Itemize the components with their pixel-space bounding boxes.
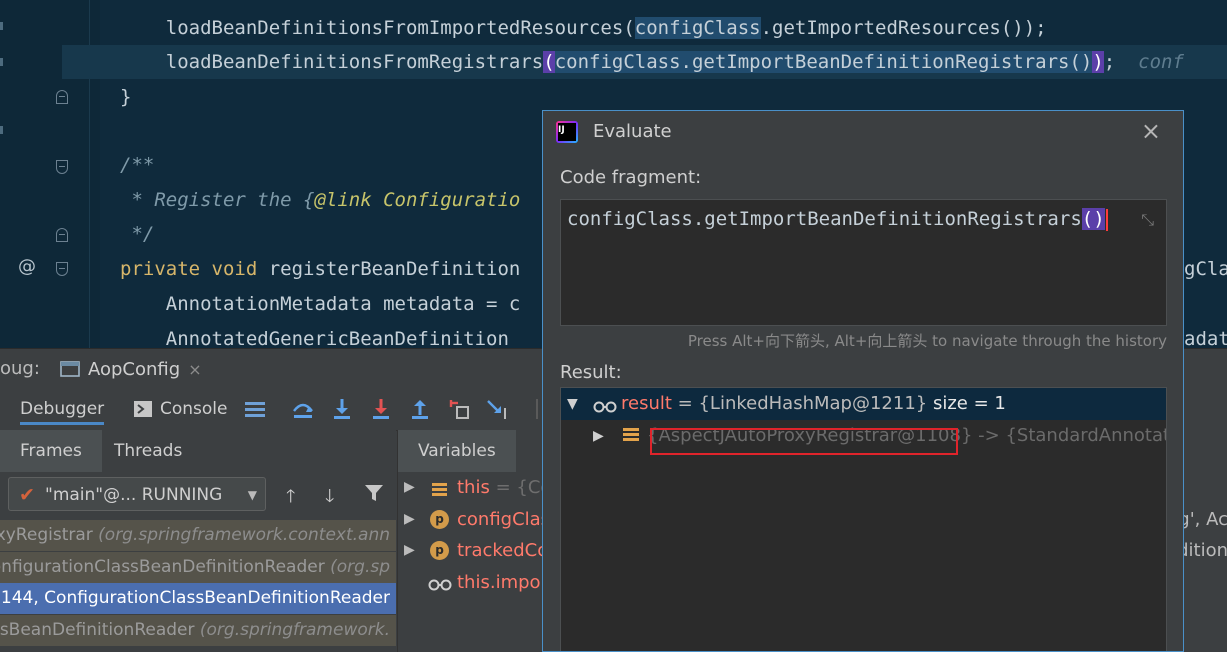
code-line: * Register the {@link Configuratio (120, 189, 521, 211)
code-line: private void registerBeanDefinition (120, 258, 521, 280)
step-out-icon[interactable] (409, 398, 431, 420)
matched-parens: () (1081, 208, 1105, 230)
debug-title-label: oug: (0, 358, 40, 379)
code-line: /** (120, 154, 155, 176)
code-line: */ (120, 223, 155, 245)
history-hint: Press Alt+向下箭头, Alt+向上箭头 to navigate thr… (687, 332, 1167, 350)
expand-arrow-icon[interactable]: ▶ (404, 535, 415, 566)
expand-editor-icon[interactable]: ⤡ (1141, 210, 1154, 230)
code-fragment-label: Code fragment: (560, 167, 702, 188)
result-root-row[interactable]: ▼ result = {LinkedHashMap@1211} size = 1 (561, 388, 1166, 420)
collapse-arrow-icon[interactable]: ▼ (567, 388, 578, 420)
fold-marker-icon[interactable] (56, 228, 68, 242)
fold-marker-icon[interactable] (56, 90, 68, 104)
application-icon (60, 361, 80, 377)
gutter-change-marker (0, 22, 3, 30)
code-fragment-editor[interactable]: configClass.getImportBeanDefinitionRegis… (560, 199, 1167, 326)
step-over-icon[interactable] (292, 398, 314, 420)
result-label: Result: (560, 362, 622, 383)
run-config-name: AopConfig (88, 358, 181, 380)
dialog-title-bar[interactable]: Evaluate × (543, 111, 1183, 155)
fold-marker-icon[interactable] (56, 160, 68, 174)
tab-debugger-label: Debugger (20, 399, 105, 419)
run-to-cursor-icon[interactable] (487, 398, 509, 420)
stack-frame-row[interactable]: onfigurationClassBeanDefinitionReader (o… (0, 552, 396, 583)
checkmark-icon: ✔ (19, 484, 35, 506)
thread-toolbar: ✔ "main"@... RUNNING ▼ 🡑 🡓 (0, 472, 396, 518)
tab-console[interactable]: Console (134, 396, 228, 422)
override-marker-icon[interactable]: @ (18, 256, 36, 277)
expand-arrow-icon[interactable]: ▶ (593, 420, 604, 452)
code-line-overflow: gCla (1184, 258, 1227, 280)
layout-icon[interactable] (244, 398, 266, 420)
field-list-icon (430, 478, 449, 497)
chevron-down-icon: ▼ (247, 488, 257, 502)
watch-glasses-icon (428, 573, 452, 592)
tab-variables[interactable]: Variables (398, 430, 516, 472)
tab-debugger[interactable]: Debugger (20, 396, 105, 425)
result-tree: ▼ result = {LinkedHashMap@1211} size = 1… (560, 387, 1167, 651)
inlay-hint: conf (1138, 51, 1184, 73)
highlight-annotation-box (650, 428, 958, 455)
filter-icon[interactable] (364, 484, 384, 507)
frames-threads-tabs: Frames Threads (0, 430, 396, 473)
map-entry-icon (623, 428, 639, 444)
run-config-tab[interactable]: AopConfig × (60, 355, 202, 383)
code-fragment-text: configClass.getImportBeanDefinitionRegis… (567, 208, 1082, 230)
fold-marker-icon[interactable] (56, 262, 68, 276)
parameter-icon: p (430, 541, 449, 560)
drop-frame-icon[interactable] (448, 398, 470, 420)
parameter-icon: p (430, 510, 449, 529)
close-icon[interactable]: × (1141, 117, 1161, 145)
tab-frames[interactable]: Frames (0, 430, 102, 472)
force-step-into-icon[interactable] (370, 398, 392, 420)
code-line-current: loadBeanDefinitionsFromRegistrars(config… (120, 51, 1184, 73)
tab-threads[interactable]: Threads (94, 430, 202, 472)
code-line: } (120, 86, 132, 108)
evaluate-dialog: Evaluate × Code fragment: configClass.ge… (542, 110, 1184, 652)
thread-selector-dropdown[interactable]: ✔ "main"@... RUNNING ▼ (8, 477, 266, 511)
frames-list: oxyRegistrar (org.springframework.contex… (0, 518, 396, 652)
stack-frame-row[interactable]: oxyRegistrar (org.springframework.contex… (0, 520, 396, 551)
expand-arrow-icon[interactable]: ▶ (404, 472, 415, 503)
code-line: loadBeanDefinitionsFromImportedResources… (120, 17, 1047, 39)
arrow-down-icon[interactable]: 🡓 (325, 484, 334, 514)
stack-frame-row[interactable]: ssBeanDefinitionReader (org.springframew… (0, 615, 396, 646)
gutter-change-marker (0, 58, 3, 66)
step-into-icon[interactable] (331, 398, 353, 420)
stack-frame-row-selected[interactable]: 144, ConfigurationClassBeanDefinitionRea… (0, 583, 396, 614)
gutter-change-marker (0, 126, 3, 134)
expand-arrow-icon[interactable]: ▶ (404, 504, 415, 535)
dialog-title: Evaluate (593, 121, 672, 142)
close-icon[interactable]: × (188, 360, 201, 379)
arrow-up-icon[interactable]: 🡑 (286, 484, 295, 514)
code-line: AnnotationMetadata metadata = c (120, 293, 521, 315)
thread-selector-value: "main"@... RUNNING (45, 485, 223, 505)
console-icon (134, 401, 152, 417)
text-caret (1105, 208, 1108, 231)
intellij-logo-icon (556, 121, 578, 143)
tab-console-label: Console (160, 399, 228, 419)
